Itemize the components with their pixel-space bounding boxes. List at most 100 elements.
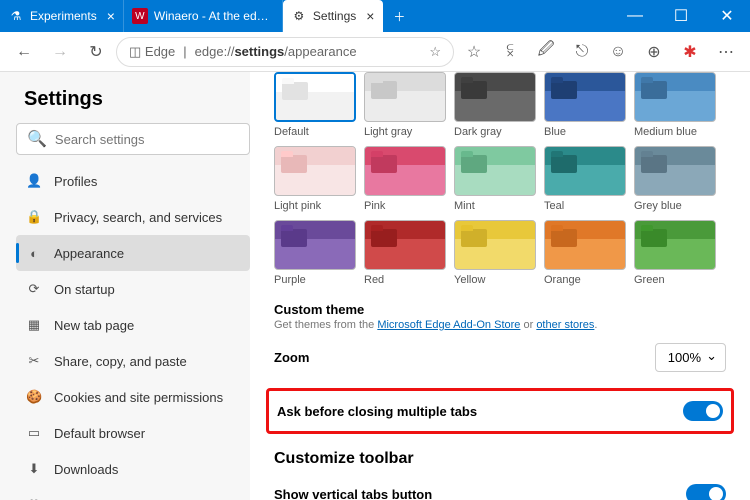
- page-title: Settings: [16, 88, 250, 111]
- reload-button[interactable]: ↻: [80, 36, 112, 68]
- theme-label: Pink: [364, 200, 446, 212]
- favorites-button[interactable]: ☆: [458, 36, 490, 68]
- sidebar-item-family-safety[interactable]: ♡Family safety: [16, 487, 250, 500]
- nav-label: Profiles: [54, 174, 97, 189]
- minimize-button[interactable]: —: [612, 0, 658, 32]
- collections-button[interactable]: ⫁: [494, 36, 526, 68]
- theme-label: Dark gray: [454, 126, 536, 138]
- nav-icon: ✂: [26, 353, 42, 369]
- vertical-tabs-label: Show vertical tabs button: [274, 487, 432, 500]
- theme-label: Grey blue: [634, 200, 716, 212]
- nav-label: Appearance: [54, 246, 124, 261]
- nav-label: Cookies and site permissions: [54, 390, 223, 405]
- theme-label: Light pink: [274, 200, 356, 212]
- theme-mint[interactable]: Mint: [454, 146, 536, 212]
- theme-grey-blue[interactable]: Grey blue: [634, 146, 716, 212]
- sidebar-item-new-tab-page[interactable]: ▦New tab page: [16, 307, 250, 343]
- edit-button[interactable]: 🖉: [530, 36, 562, 68]
- theme-purple[interactable]: Purple: [274, 220, 356, 286]
- search-settings[interactable]: 🔍: [16, 123, 250, 155]
- theme-label: Light gray: [364, 126, 446, 138]
- sidebar-item-share-copy-and-paste[interactable]: ✂ Share, copy, and paste: [16, 343, 250, 379]
- sidebar-item-on-startup[interactable]: ⟳On startup: [16, 271, 250, 307]
- share-button[interactable]: ⎋: [566, 36, 598, 68]
- theme-label: Medium blue: [634, 126, 716, 138]
- theme-label: Teal: [544, 200, 626, 212]
- search-icon: 🔍: [27, 129, 47, 149]
- theme-red[interactable]: Red: [364, 220, 446, 286]
- menu-button[interactable]: ⋯: [710, 36, 742, 68]
- toolbar: ← → ↻ ◫ Edge | edge://settings/appearanc…: [0, 32, 750, 72]
- tab-label: Settings: [313, 9, 356, 23]
- theme-label: Orange: [544, 274, 626, 286]
- new-tab-button[interactable]: ＋: [383, 0, 415, 32]
- theme-yellow[interactable]: Yellow: [454, 220, 536, 286]
- close-icon[interactable]: ×: [366, 8, 374, 24]
- customize-toolbar-heading: Customize toolbar: [274, 450, 726, 468]
- titlebar: ⚗ Experiments × W Winaero - At the edge …: [0, 0, 750, 32]
- theme-blue[interactable]: Blue: [544, 72, 626, 138]
- theme-label: Red: [364, 274, 446, 286]
- ask-close-tabs-label: Ask before closing multiple tabs: [277, 404, 477, 419]
- close-icon[interactable]: ×: [107, 8, 115, 24]
- custom-theme-sub: Get themes from the Microsoft Edge Add-O…: [274, 319, 726, 331]
- highlighted-setting: Ask before closing multiple tabs: [266, 388, 734, 434]
- theme-pink[interactable]: Pink: [364, 146, 446, 212]
- tab-label: Experiments: [30, 9, 97, 23]
- theme-light-pink[interactable]: Light pink: [274, 146, 356, 212]
- nav-icon: ⬇: [26, 461, 42, 477]
- theme-label: Mint: [454, 200, 536, 212]
- theme-medium-blue[interactable]: Medium blue: [634, 72, 716, 138]
- theme-teal[interactable]: Teal: [544, 146, 626, 212]
- theme-label: Yellow: [454, 274, 536, 286]
- address-bar[interactable]: ◫ Edge | edge://settings/appearance ☆: [116, 37, 454, 67]
- theme-default[interactable]: Default: [274, 72, 356, 138]
- star-icon[interactable]: ☆: [429, 44, 441, 60]
- custom-theme-title: Custom theme: [274, 302, 726, 317]
- other-stores-link[interactable]: other stores: [536, 319, 594, 331]
- zoom-label: Zoom: [274, 350, 309, 365]
- sidebar-item-profiles[interactable]: 👤Profiles: [16, 163, 250, 199]
- vertical-tabs-toggle[interactable]: [686, 484, 726, 500]
- close-window-button[interactable]: ✕: [704, 0, 750, 32]
- nav-icon: ⟳: [26, 281, 42, 297]
- sidebar-item-cookies-and-site-permissions[interactable]: 🍪Cookies and site permissions: [16, 379, 250, 415]
- sidebar-item-appearance[interactable]: ◐ Appearance: [16, 235, 250, 271]
- ask-close-tabs-toggle[interactable]: [683, 401, 723, 421]
- back-button[interactable]: ←: [8, 36, 40, 68]
- tab-experiments[interactable]: ⚗ Experiments ×: [0, 0, 124, 32]
- tab-label: Winaero - At the edge of tweak: [154, 9, 274, 23]
- nav-icon: ◐: [26, 246, 42, 261]
- forward-button[interactable]: →: [44, 36, 76, 68]
- separator: |: [183, 44, 186, 59]
- nav-label: Share, copy, and paste: [54, 354, 187, 369]
- theme-green[interactable]: Green: [634, 220, 716, 286]
- zoom-row: Zoom 100%: [274, 331, 726, 384]
- sidebar-item-privacy-search-and-services[interactable]: 🔒Privacy, search, and services: [16, 199, 250, 235]
- addon-store-link[interactable]: Microsoft Edge Add-On Store: [377, 319, 520, 331]
- profile-button[interactable]: ✱: [674, 36, 706, 68]
- tab-winaero[interactable]: W Winaero - At the edge of tweak: [124, 0, 283, 32]
- nav-label: Downloads: [54, 462, 118, 477]
- main-content: Default Light gray Dark gray Blue Medium blu…: [250, 72, 750, 500]
- zoom-select[interactable]: 100%: [655, 343, 726, 372]
- sidebar-item-downloads[interactable]: ⬇ Downloads: [16, 451, 250, 487]
- nav-label: Default browser: [54, 426, 145, 441]
- sidebar: Settings 🔍 👤Profiles🔒Privacy, search, an…: [0, 72, 250, 500]
- maximize-button[interactable]: ☐: [658, 0, 704, 32]
- feedback-button[interactable]: ☺: [602, 36, 634, 68]
- theme-light-gray[interactable]: Light gray: [364, 72, 446, 138]
- nav-icon: 🔒: [26, 209, 42, 225]
- theme-dark-gray[interactable]: Dark gray: [454, 72, 536, 138]
- theme-label: Default: [274, 126, 356, 138]
- sidebar-item-default-browser[interactable]: ▭Default browser: [16, 415, 250, 451]
- extensions-button[interactable]: ⊕: [638, 36, 670, 68]
- site-icon: W: [132, 8, 148, 24]
- url-text: edge://settings/appearance: [195, 44, 422, 59]
- theme-label: Purple: [274, 274, 356, 286]
- search-input[interactable]: [55, 132, 239, 147]
- window-controls: — ☐ ✕: [612, 0, 750, 32]
- tab-settings[interactable]: ⚙ Settings ×: [283, 0, 384, 32]
- nav-icon: ▦: [26, 317, 42, 333]
- theme-orange[interactable]: Orange: [544, 220, 626, 286]
